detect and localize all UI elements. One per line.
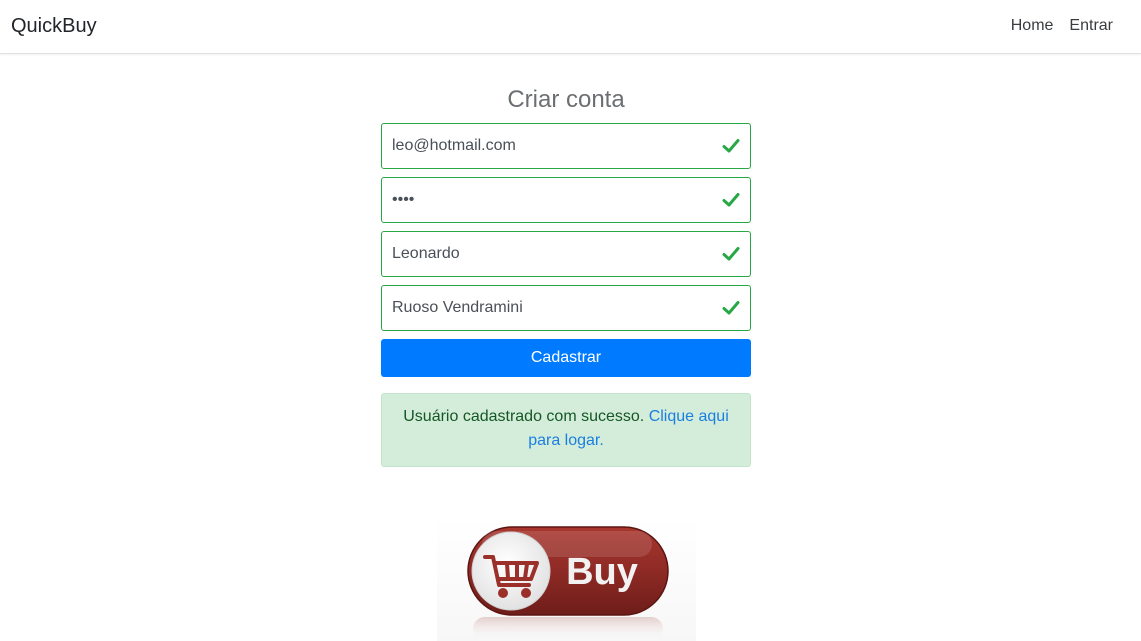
last-name-field-wrapper [381,285,751,331]
buy-button-graphic: Buy [467,526,669,641]
check-icon [722,301,740,315]
email-field[interactable] [382,124,750,168]
password-field-wrapper [381,177,751,223]
success-message: Usuário cadastrado com sucesso. [403,408,645,425]
first-name-field[interactable] [382,232,750,276]
check-icon [722,139,740,153]
first-name-field-wrapper [381,231,751,277]
brand-link[interactable]: QuickBuy [11,14,97,38]
check-icon [722,247,740,261]
last-name-field[interactable] [382,286,750,330]
buy-banner: Buy [437,517,696,641]
success-alert: Usuário cadastrado com sucesso. Clique a… [381,393,751,467]
check-icon [722,193,740,207]
nav-links: Home Entrar [1011,16,1113,36]
nav-link-entrar[interactable]: Entrar [1069,16,1113,36]
signup-form: Criar conta Cadastrar Usuário cadastrado… [381,84,751,467]
buy-label: Buy [566,551,638,593]
nav-link-home[interactable]: Home [1011,16,1054,36]
cadastrar-button[interactable]: Cadastrar [381,339,751,377]
navbar: QuickBuy Home Entrar [0,0,1141,54]
page-title: Criar conta [507,86,625,113]
email-field-wrapper [381,123,751,169]
password-field[interactable] [382,178,750,222]
